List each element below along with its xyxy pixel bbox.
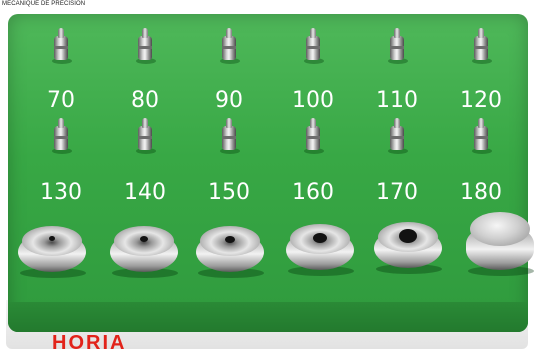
size-label: 100 <box>292 88 334 113</box>
punch-130 <box>52 118 72 154</box>
size-label: 180 <box>460 180 502 205</box>
size-label: 150 <box>208 180 250 205</box>
size-label: 90 <box>215 88 243 113</box>
punch-120 <box>472 28 492 64</box>
size-label: 170 <box>376 180 418 205</box>
punch-170 <box>388 118 408 154</box>
punch-160 <box>304 118 324 154</box>
brand-logo: HORIA <box>52 332 127 354</box>
size-label: 70 <box>47 88 75 113</box>
size-label: 120 <box>460 88 502 113</box>
die-5 <box>374 218 442 274</box>
punch-100 <box>304 28 324 64</box>
die-6 <box>466 210 534 276</box>
size-label: 160 <box>292 180 334 205</box>
punch-110 <box>388 28 408 64</box>
punch-140 <box>136 118 156 154</box>
green-holder-block <box>8 14 528 332</box>
size-label: 130 <box>40 180 82 205</box>
die-1 <box>18 222 86 278</box>
size-label: 80 <box>131 88 159 113</box>
punch-80 <box>136 28 156 64</box>
caption-text: MECANIQUE DE PRECISION <box>2 1 86 7</box>
punch-90 <box>220 28 240 64</box>
die-3 <box>196 222 264 278</box>
die-2 <box>110 222 178 278</box>
punch-180 <box>472 118 492 154</box>
die-4 <box>286 220 354 276</box>
punch-150 <box>220 118 240 154</box>
size-label: 140 <box>124 180 166 205</box>
size-label: 110 <box>376 88 418 113</box>
punch-70 <box>52 28 72 64</box>
